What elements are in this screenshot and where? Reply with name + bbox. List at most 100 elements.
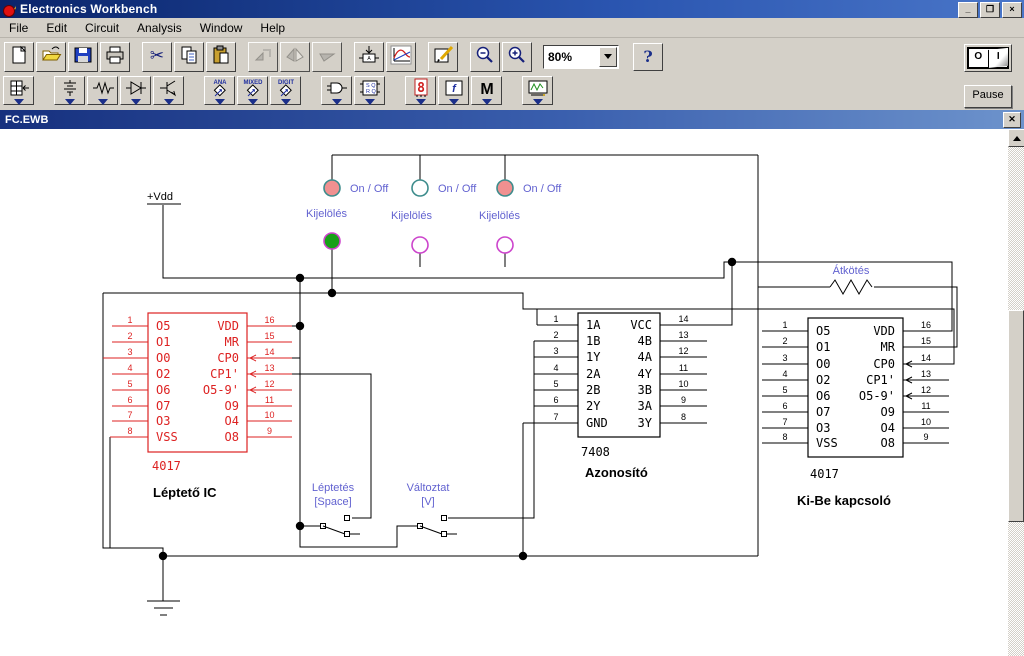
miscellaneous-icon: M (476, 78, 498, 101)
digital-icon: S QR Q (359, 78, 381, 101)
save-button[interactable] (68, 41, 98, 72)
ic-caption: Ki-Be kapcsoló (797, 493, 891, 508)
open-button[interactable] (36, 41, 66, 72)
select-label: Kijelölés (479, 210, 520, 222)
parts-favorites-button[interactable] (3, 76, 34, 105)
paste-button[interactable] (206, 41, 236, 72)
menu-file[interactable]: File (0, 19, 37, 37)
menu-help[interactable]: Help (251, 19, 294, 37)
parts-transistors-button[interactable] (153, 76, 184, 105)
lamp-select-1[interactable]: Kijelölés (306, 208, 347, 250)
pin-label: MR (881, 340, 896, 354)
chevron-down-icon (448, 99, 459, 105)
restore-button[interactable]: ❐ (980, 2, 1000, 18)
print-button[interactable] (100, 41, 130, 72)
ic-4017-1[interactable]: 1 O5 2 O1 3 O0 4 O2 5 O6 6 O7 7 O3 8 VSS 16 VDD 15 MR 14 CP0 1… (103, 312, 292, 500)
parts-sources-button[interactable] (54, 76, 85, 105)
svg-text:M: M (480, 81, 493, 98)
zoom-in-button[interactable] (502, 41, 532, 72)
vertical-scrollbar[interactable] (1008, 129, 1024, 656)
parts-diodes-button[interactable] (120, 76, 151, 105)
menu-edit[interactable]: Edit (37, 19, 76, 37)
copy-button[interactable] (174, 41, 204, 72)
pin-number: 4 (553, 363, 558, 373)
lamp-bulb[interactable] (411, 236, 429, 254)
window-title: Electronics Workbench (20, 2, 158, 16)
ic-part-number: 4017 (152, 459, 181, 473)
parts-miscellaneous-button[interactable]: M (471, 76, 502, 105)
switch-lever[interactable] (419, 525, 443, 535)
zoom-to-fit-button[interactable]: A (354, 41, 384, 72)
switches[interactable] (320, 515, 458, 537)
lamp-onoff-3[interactable]: On / Off (496, 179, 562, 197)
display-graphs-button[interactable] (386, 41, 416, 72)
parts-analog-ics-button[interactable]: ANA (204, 76, 235, 105)
close-button[interactable]: × (1002, 2, 1022, 18)
pin-label: O1 (156, 335, 170, 349)
parts-digital-ics-button[interactable]: DIGIT (270, 76, 301, 105)
switch-contact (344, 515, 350, 521)
wire (102, 293, 164, 556)
zoom-level-select[interactable]: 80% (543, 44, 619, 69)
lamp-bulb[interactable] (496, 179, 514, 197)
chevron-down-icon[interactable] (599, 46, 617, 67)
chevron-down-icon (415, 99, 426, 105)
flip-vertical-button (312, 41, 342, 72)
ic-4017-3[interactable]: 1 O5 2 O1 3 O0 4 O2 5 O6 6 O7 7 O3 8 VSS 16 VDD 15 MR 14 CP0 1… (762, 317, 949, 508)
help-button[interactable]: ? (633, 42, 663, 71)
parts-instruments-button[interactable] (522, 76, 553, 105)
lamp-bulb[interactable] (323, 232, 341, 250)
menu-window[interactable]: Window (191, 19, 252, 37)
junction-dot (295, 521, 305, 531)
lamp-bulb[interactable] (411, 179, 429, 197)
pin-label: CP1' (210, 367, 239, 381)
parts-logic-gates-button[interactable] (321, 76, 352, 105)
menu-analysis[interactable]: Analysis (128, 19, 191, 37)
pin-number: 14 (921, 353, 931, 363)
lamp-onoff-2[interactable]: On / Off (411, 179, 477, 197)
lamp-bulb[interactable] (496, 236, 514, 254)
zoomin-icon (506, 45, 528, 68)
pin-label: O2 (816, 373, 830, 387)
pin-number: 10 (264, 410, 274, 420)
vdd-terminal-label: +Vdd (147, 191, 173, 203)
chevron-down-icon (364, 99, 375, 105)
copy-icon (178, 45, 200, 68)
pin-label: O3 (816, 421, 830, 435)
scroll-up-icon[interactable] (1008, 129, 1024, 147)
switch-contact (441, 515, 447, 521)
minimize-button[interactable]: _ (958, 2, 978, 18)
new-button[interactable] (4, 41, 34, 72)
switch-lever[interactable] (322, 525, 346, 535)
parts-digital-button[interactable]: S QR Q (354, 76, 385, 105)
lamp-onoff-1[interactable]: On / Off (323, 179, 389, 197)
pause-button[interactable]: Pause (964, 85, 1012, 108)
transistors-icon (158, 78, 180, 101)
lamp-select-3[interactable]: Kijelölés (479, 210, 520, 254)
parts-controls-button[interactable]: f (438, 76, 469, 105)
pin-label: O3 (156, 414, 170, 428)
parts-basic-button[interactable] (87, 76, 118, 105)
menu-circuit[interactable]: Circuit (76, 19, 128, 37)
component-properties-button[interactable] (428, 41, 458, 72)
parts-indicators-button[interactable]: 8 (405, 76, 436, 105)
cut-button[interactable]: ✂ (142, 41, 172, 72)
basic-icon (92, 78, 114, 101)
pin-number: 6 (553, 395, 558, 405)
lamp-select-2[interactable]: Kijelölés (391, 210, 432, 254)
circuit-drawing: +Vdd On / Off On / Off On / Off Kijelölés Kij… (102, 154, 958, 616)
ic-caption: Léptető IC (153, 485, 217, 500)
pin-label: O2 (156, 367, 170, 381)
pin-label: VSS (156, 430, 178, 444)
ic-7408-2[interactable]: 1 1A 2 1B 3 1Y 4 2A 5 2B 6 2Y 7 GND 14 VCC 13 4B 12 4A 11 4Y 1… (523, 312, 707, 480)
scrollbar-thumb[interactable] (1008, 310, 1024, 522)
parts-mixed-ics-button[interactable]: MIXED (237, 76, 268, 105)
power-switch[interactable]: O I (964, 44, 1012, 72)
junction-dot (518, 551, 528, 561)
document-close-icon[interactable]: ✕ (1003, 111, 1021, 128)
zoom-out-button[interactable] (470, 41, 500, 72)
fliph-icon (284, 45, 306, 68)
pin-number: 4 (782, 369, 787, 379)
lamp-bulb[interactable] (323, 179, 341, 197)
pin-number: 8 (782, 432, 787, 442)
